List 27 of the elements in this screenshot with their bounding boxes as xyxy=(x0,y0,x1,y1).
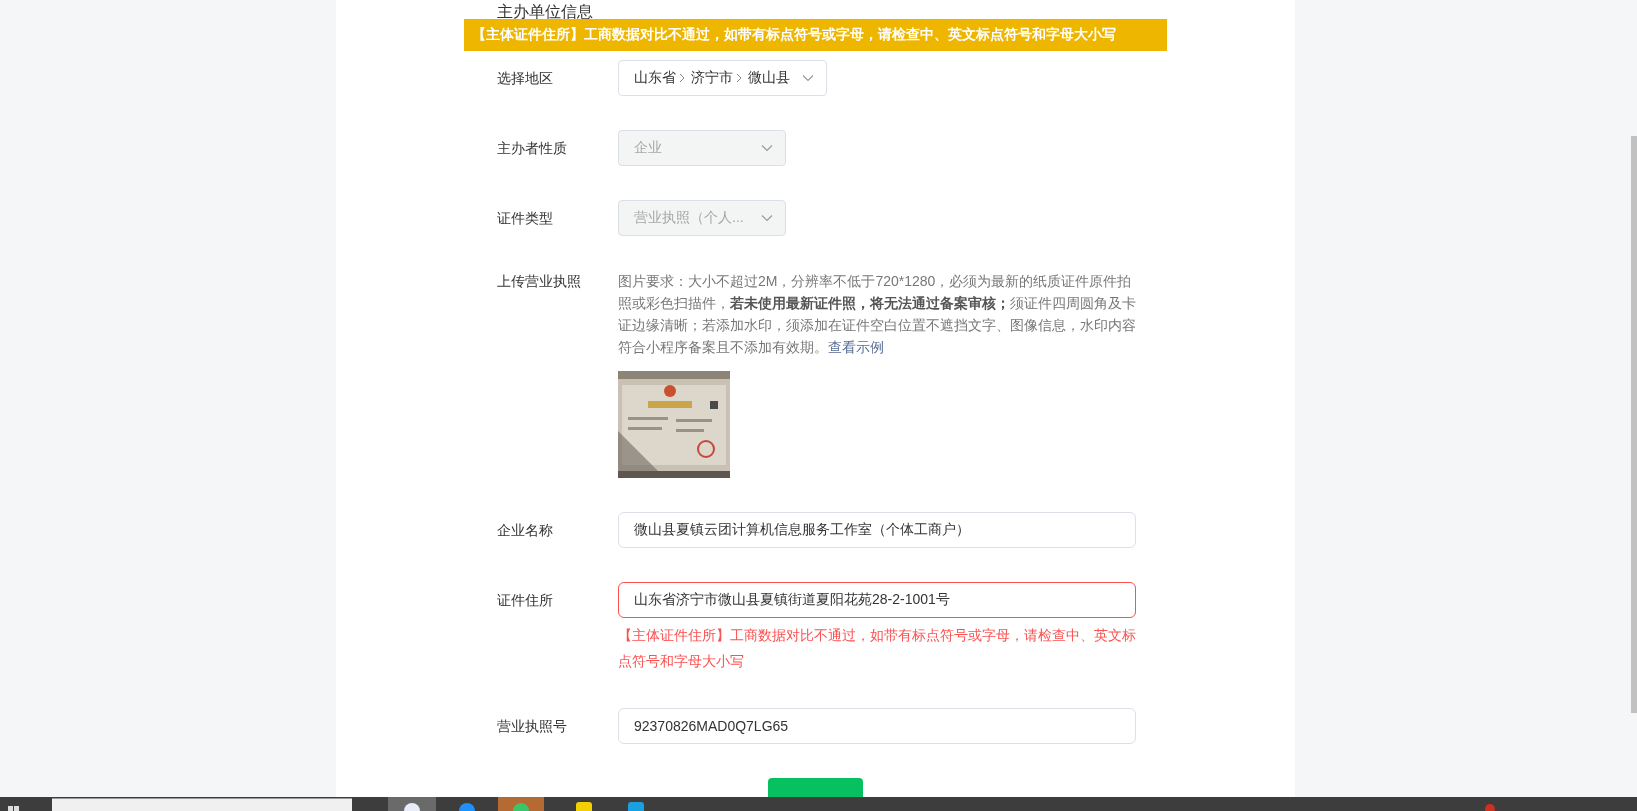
error-message: 【主体证件住所】工商数据对比不通过，如带有标点符号或字母，请检查中、英文标点符号和字母大小写 xyxy=(618,626,1136,671)
search-field[interactable] xyxy=(52,798,352,811)
taskbar-button[interactable] xyxy=(388,797,436,811)
field-label: 营业执照号 xyxy=(497,717,567,736)
field-label: 企业名称 xyxy=(497,521,553,540)
input-field[interactable]: 92370826MAD0Q7LG65 xyxy=(618,708,1136,744)
scrollbar[interactable] xyxy=(1631,136,1637,713)
region-select[interactable]: 山东省 济宁市 微山县 xyxy=(618,60,827,96)
requirements-text: 图片要求：大小不超过2M，分辨率不低于720*1280，必须为最新的纸质证件原件拍照或彩色扫描件，若未使用最新证件照，将无法通过备案审核；须证件四周圆角及卡证边缘清晰；若添加水印，须添加在证件空白位置不遮挡文字、图像信息，水印内容符合小程序备案且不添加有效期。查看示例 xyxy=(618,272,1136,357)
chevron-down-icon xyxy=(802,74,814,82)
example-link[interactable]: 查看示例 xyxy=(828,339,884,355)
input-field[interactable]: 微山县夏镇云团计算机信息服务工作室（个体工商户） xyxy=(618,512,1136,548)
field-label: 主办者性质 xyxy=(497,139,567,158)
field-label: 上传营业执照 xyxy=(497,272,581,291)
field-label: 证件住所 xyxy=(497,591,553,610)
input-field[interactable]: 山东省济宁市微山县夏镇街道夏阳花苑28-2-1001号 xyxy=(618,582,1136,618)
section-title: 主办单位信息 xyxy=(497,2,593,22)
chevron-down-icon xyxy=(761,214,773,222)
chevron-right-icon xyxy=(679,73,685,83)
field-label: 选择地区 xyxy=(497,69,553,88)
notification-icon[interactable] xyxy=(1483,803,1495,811)
field-label: 证件类型 xyxy=(497,209,553,228)
folder-icon[interactable] xyxy=(576,802,592,811)
start-icon[interactable] xyxy=(8,805,20,811)
chevron-right-icon xyxy=(736,73,742,83)
chevron-down-icon xyxy=(761,144,773,152)
warning-toast: 【主体证件住所】工商数据对比不通过，如带有标点符号或字母，请检查中、英文标点符号和字母大小写 xyxy=(464,19,1167,51)
